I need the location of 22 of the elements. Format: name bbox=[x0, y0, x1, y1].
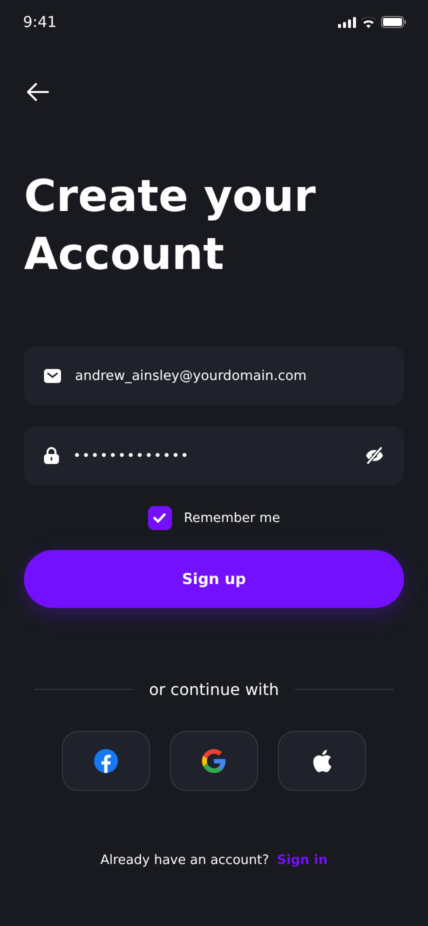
password-field[interactable]: ••••••••••••• bbox=[73, 448, 351, 464]
back-button[interactable] bbox=[24, 80, 52, 104]
social-login-button[interactable] bbox=[278, 731, 366, 791]
eye-off-icon[interactable] bbox=[365, 447, 384, 464]
checkmark-icon bbox=[153, 513, 166, 523]
status-time: 9:41 bbox=[23, 13, 57, 31]
sign-up-button[interactable]: Sign up bbox=[24, 550, 404, 608]
email-field[interactable]: andrew_ainsley@yourdomain.com bbox=[75, 368, 384, 384]
facebook-icon bbox=[94, 749, 118, 773]
lock-icon bbox=[44, 447, 59, 464]
divider-text: or continue with bbox=[148, 680, 280, 699]
battery-icon bbox=[381, 16, 406, 28]
wifi-icon bbox=[361, 16, 376, 28]
google-icon bbox=[202, 749, 226, 773]
social-login-button[interactable] bbox=[170, 731, 258, 791]
account-prompt: Already have an account? bbox=[100, 853, 270, 868]
page-title: Create your Account bbox=[24, 170, 317, 282]
mail-icon bbox=[44, 368, 61, 382]
remember-checkbox[interactable] bbox=[148, 506, 172, 530]
apple-icon bbox=[311, 749, 333, 773]
signal-icon bbox=[338, 16, 356, 28]
remember-label: Remember me bbox=[184, 510, 280, 526]
